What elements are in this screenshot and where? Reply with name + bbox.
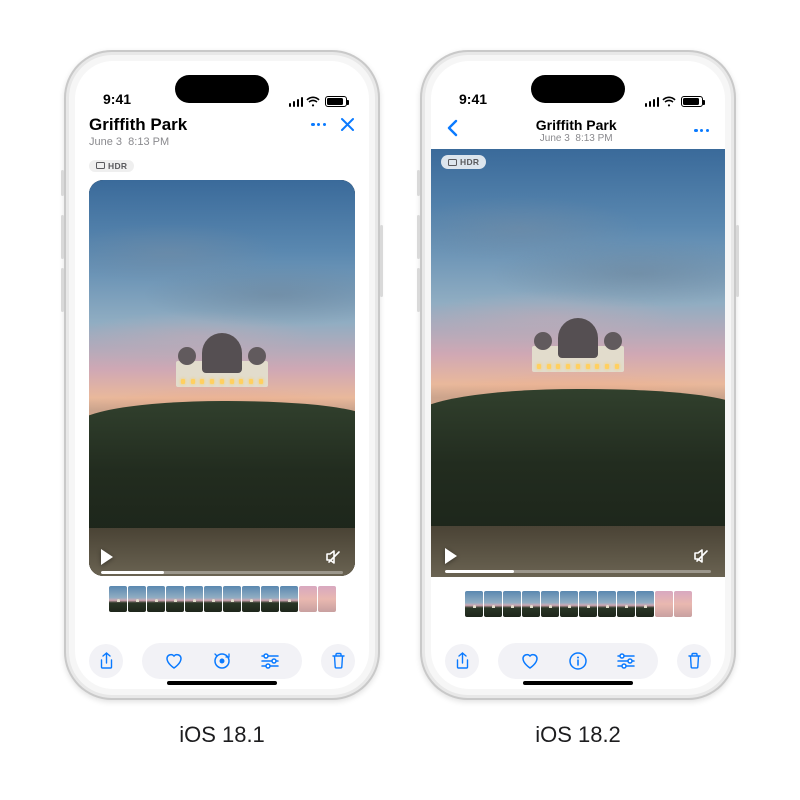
media-viewport[interactable] (89, 180, 355, 576)
display-icon (448, 159, 457, 166)
caption-left: iOS 18.1 (179, 722, 265, 748)
play-button[interactable] (445, 548, 457, 564)
page-subtitle: June 3 8:13 PM (89, 136, 187, 148)
play-button[interactable] (101, 549, 113, 565)
filmstrip-thumb[interactable] (223, 586, 241, 612)
mute-icon[interactable] (693, 547, 711, 565)
adjust-button[interactable] (260, 651, 280, 671)
home-indicator[interactable] (167, 681, 277, 685)
filmstrip-thumb[interactable] (598, 591, 616, 617)
dynamic-island (531, 75, 625, 103)
filmstrip-thumb[interactable] (185, 586, 203, 612)
filmstrip-thumb[interactable] (166, 586, 184, 612)
filmstrip-thumb[interactable] (261, 586, 279, 612)
volume-up (61, 215, 64, 259)
filmstrip-thumb[interactable] (242, 586, 260, 612)
filmstrip-thumb[interactable] (484, 591, 502, 617)
caption-right: iOS 18.2 (535, 722, 621, 748)
progress-bar[interactable] (101, 571, 343, 574)
filmstrip-thumb[interactable] (318, 586, 336, 612)
filmstrip-thumb[interactable] (617, 591, 635, 617)
power-button (380, 225, 383, 297)
filmstrip-thumb[interactable] (522, 591, 540, 617)
action-button (61, 170, 64, 196)
info-button[interactable] (568, 651, 588, 671)
status-time: 9:41 (459, 91, 487, 107)
share-button[interactable] (89, 644, 123, 678)
favorite-button[interactable] (164, 651, 184, 671)
filmstrip-thumb[interactable] (503, 591, 521, 617)
filmstrip-thumb[interactable] (128, 586, 146, 612)
toolbar (431, 637, 725, 679)
delete-button[interactable] (321, 644, 355, 678)
filmstrip-thumb[interactable] (204, 586, 222, 612)
filmstrip-thumb[interactable] (560, 591, 578, 617)
wifi-icon (662, 96, 676, 107)
filmstrip-thumb[interactable] (579, 591, 597, 617)
adjust-button[interactable] (616, 651, 636, 671)
more-button[interactable] (690, 125, 713, 136)
favorite-button[interactable] (520, 651, 540, 671)
filmstrip-thumb[interactable] (465, 591, 483, 617)
display-icon (96, 162, 105, 169)
filmstrip-thumb[interactable] (109, 586, 127, 612)
progress-bar[interactable] (445, 570, 711, 573)
cellular-icon (289, 97, 304, 107)
toolbar (75, 637, 369, 679)
status-time: 9:41 (103, 91, 131, 107)
filmstrip-thumb[interactable] (280, 586, 298, 612)
share-button[interactable] (445, 644, 479, 678)
progress-fill (101, 571, 164, 574)
more-button[interactable] (311, 123, 326, 126)
wifi-icon (306, 96, 320, 107)
hdr-badge: HDR (441, 155, 486, 169)
delete-button[interactable] (677, 644, 711, 678)
battery-icon (681, 96, 703, 107)
volume-up (417, 215, 420, 259)
dynamic-island (175, 75, 269, 103)
live-edit-button[interactable] (212, 651, 232, 671)
page-title: Griffith Park (89, 115, 187, 135)
back-button[interactable] (443, 115, 462, 146)
filmstrip[interactable] (431, 581, 725, 623)
filmstrip-thumb[interactable] (299, 586, 317, 612)
phone-mockup-ios-18-2: 9:41 Griffith Park June 3 8:13 PM (420, 50, 736, 700)
page-subtitle: June 3 8:13 PM (536, 133, 617, 144)
filmstrip-thumb[interactable] (655, 591, 673, 617)
phone-mockup-ios-18-1: 9:41 Griffith Park June 3 8:13 PM (64, 50, 380, 700)
filmstrip-thumb[interactable] (147, 586, 165, 612)
cellular-icon (645, 97, 660, 107)
progress-fill (445, 570, 514, 573)
filmstrip[interactable] (75, 576, 369, 618)
volume-down (417, 268, 420, 312)
filmstrip-thumb[interactable] (541, 591, 559, 617)
hdr-badge: HDR (89, 160, 134, 172)
volume-down (61, 268, 64, 312)
page-title: Griffith Park (536, 117, 617, 133)
battery-icon (325, 96, 347, 107)
media-viewport[interactable]: HDR (431, 149, 725, 577)
home-indicator[interactable] (523, 681, 633, 685)
close-icon[interactable] (340, 117, 355, 132)
filmstrip-thumb[interactable] (636, 591, 654, 617)
power-button (736, 225, 739, 297)
filmstrip-thumb[interactable] (674, 591, 692, 617)
mute-icon[interactable] (325, 548, 343, 566)
action-button (417, 170, 420, 196)
